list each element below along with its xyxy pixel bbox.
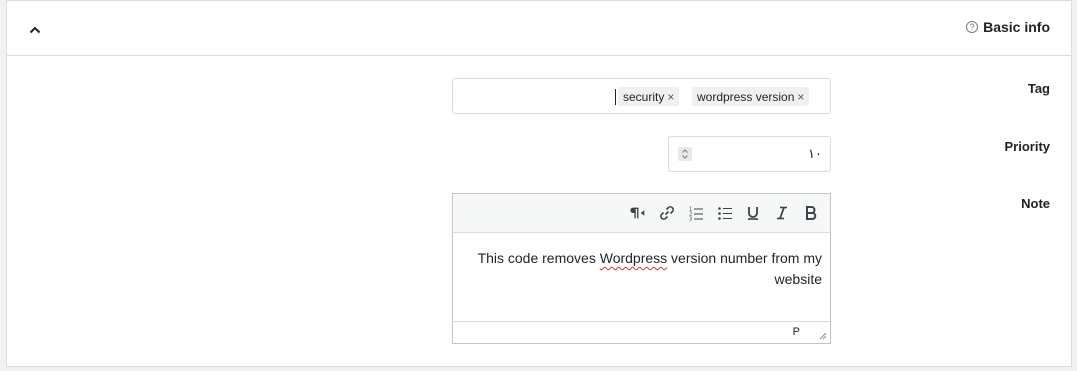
underline-icon xyxy=(748,207,758,220)
link-button[interactable] xyxy=(658,204,676,222)
bulleted-list-button[interactable] xyxy=(716,204,734,222)
tag-input[interactable]: security × wordpress version × xyxy=(452,78,831,114)
panel-header: ? Basic info xyxy=(7,1,1071,56)
note-label: Note xyxy=(1021,196,1050,211)
note-content[interactable]: This code removes Wordpress version numb… xyxy=(463,248,822,290)
panel-title: Basic info xyxy=(983,19,1050,35)
link-icon xyxy=(660,206,674,220)
italic-button[interactable] xyxy=(773,204,791,222)
priority-stepper[interactable] xyxy=(678,147,692,161)
paragraph-direction-button[interactable] xyxy=(629,204,647,222)
text-caret xyxy=(615,89,616,105)
editor-toolbar: 1 2 3 xyxy=(453,194,830,233)
panel-title-group: ? Basic info xyxy=(966,19,1050,35)
editor-statusbar: P xyxy=(453,321,830,343)
numbered-list-button[interactable]: 1 2 3 xyxy=(687,204,705,222)
priority-input[interactable]: ١٠ xyxy=(668,136,831,172)
numbered-list-icon: 1 2 3 xyxy=(689,207,703,222)
chevron-up-icon xyxy=(29,26,41,34)
bulleted-list-icon xyxy=(718,207,732,220)
note-misspelled-word: Wordpress xyxy=(599,250,668,266)
bold-button[interactable] xyxy=(802,204,820,222)
tag-chip-label: security xyxy=(623,89,665,104)
note-text-before: This code removes xyxy=(477,250,600,266)
underline-button[interactable] xyxy=(744,204,762,222)
note-editor: 1 2 3 This code removes Wordpress versio… xyxy=(452,193,831,344)
remove-tag-icon[interactable]: × xyxy=(667,90,674,104)
resize-handle-icon[interactable] xyxy=(819,332,827,340)
remove-tag-icon[interactable]: × xyxy=(797,90,804,104)
tag-chip-wordpress-version: wordpress version × xyxy=(692,87,810,106)
paragraph-rtl-icon xyxy=(630,207,645,219)
svg-text:3: 3 xyxy=(689,217,692,222)
priority-value: ١٠ xyxy=(808,146,822,161)
bold-icon xyxy=(806,206,817,220)
tag-label: Tag xyxy=(1027,81,1050,96)
spin-arrows-icon xyxy=(682,149,688,159)
note-text-after: version number from my website xyxy=(667,250,822,287)
collapse-toggle[interactable] xyxy=(25,20,45,40)
tag-chip-security: security × xyxy=(618,87,680,106)
element-path[interactable]: P xyxy=(793,326,800,338)
priority-label: Priority xyxy=(1004,139,1050,154)
basic-info-panel: ? Basic info Tag security × wordpress ve… xyxy=(6,0,1072,367)
tag-chip-label: wordpress version xyxy=(697,89,795,104)
italic-icon xyxy=(777,206,787,220)
help-icon[interactable]: ? xyxy=(966,21,979,33)
